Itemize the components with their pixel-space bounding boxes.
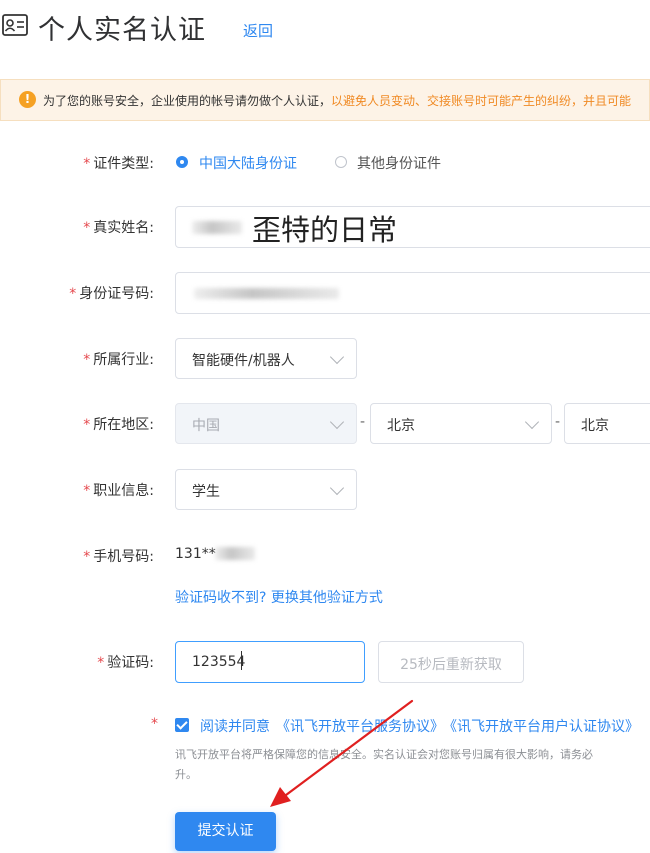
id-type-label: * 证件类型: [83, 156, 154, 172]
id-number-label: * 身份证号码: [69, 286, 154, 302]
radio-other-id[interactable] [335, 156, 347, 168]
province-select[interactable]: 北京 [370, 403, 552, 444]
redacted-id-number [194, 288, 339, 299]
region-separator: - [360, 414, 366, 430]
region-separator: - [555, 414, 561, 430]
verification-code-input[interactable]: 123554 [175, 641, 365, 683]
redacted-phone [215, 547, 255, 560]
chevron-down-icon [524, 414, 540, 430]
country-select: 中国 [175, 403, 357, 444]
code-label: * 验证码: [97, 655, 154, 671]
code-value: 123554 [192, 654, 246, 670]
page-title: 个人实名认证 [38, 15, 206, 46]
industry-select[interactable]: 智能硬件/机器人 [175, 338, 357, 379]
alt-verification-link[interactable]: 验证码收不到? 更换其他验证方式 [175, 587, 383, 607]
back-link[interactable]: 返回 [243, 20, 273, 41]
agreement-checkbox[interactable] [175, 718, 189, 732]
notice-text: 为了您的账号安全，企业使用的帐号请勿做个人认证，以避免人员变动、交接账号时可能产… [43, 92, 631, 109]
submit-button[interactable]: 提交认证 [175, 812, 276, 851]
id-card-icon [2, 14, 28, 36]
id-number-input[interactable] [175, 272, 650, 314]
security-notice: ! 为了您的账号安全，企业使用的帐号请勿做个人认证，以避免人员变动、交接账号时可… [0, 79, 650, 121]
resend-label: 25秒后重新获取 [400, 657, 502, 673]
real-name-input[interactable] [175, 206, 650, 248]
user-auth-agreement-link[interactable]: 《讯飞开放平台用户认证协议》 [450, 719, 639, 735]
required-mark: * [151, 716, 158, 732]
annotation-arrow-icon [270, 699, 414, 807]
notice-warn-text: 以避免人员变动、交接账号时可能产生的纠纷，并且可能 [331, 94, 632, 108]
country-value: 中国 [192, 418, 220, 434]
radio-other-id-label[interactable]: 其他身份证件 [357, 153, 441, 173]
notice-main-text: 为了您的账号安全，企业使用的帐号请勿做个人认证， [43, 94, 332, 108]
province-value: 北京 [387, 418, 415, 434]
occupation-label: * 职业信息: [83, 483, 154, 499]
industry-value: 智能硬件/机器人 [192, 353, 295, 369]
redacted-name [192, 221, 242, 234]
chevron-down-icon [329, 414, 345, 430]
city-select[interactable]: 北京 [564, 403, 650, 444]
warning-icon: ! [19, 91, 36, 108]
industry-label: * 所属行业: [83, 352, 154, 368]
chevron-down-icon [329, 480, 345, 496]
watermark-overlay-text: 歪特的日常 [252, 213, 398, 247]
city-value: 北京 [581, 418, 609, 434]
radio-mainland-id[interactable] [176, 156, 188, 168]
phone-label: * 手机号码: [83, 549, 154, 565]
occupation-value: 学生 [192, 484, 220, 500]
occupation-select[interactable]: 学生 [175, 469, 357, 510]
real-name-label: * 真实姓名: [83, 220, 154, 236]
resend-code-button[interactable]: 25秒后重新获取 [378, 641, 524, 683]
radio-mainland-id-label[interactable]: 中国大陆身份证 [199, 153, 297, 173]
phone-value: 131** [175, 546, 216, 562]
region-label: * 所在地区: [83, 417, 154, 433]
chevron-down-icon [329, 349, 345, 365]
text-cursor [241, 651, 242, 670]
